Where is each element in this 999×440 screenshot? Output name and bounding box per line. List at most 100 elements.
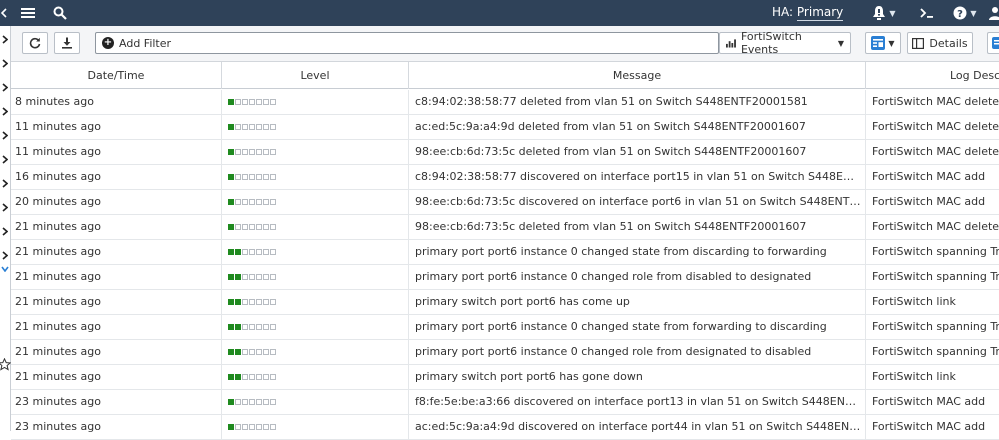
table-row[interactable]: 21 minutes agoprimary switch port port6 … bbox=[11, 365, 999, 390]
cell-message: primary port port6 instance 0 changed st… bbox=[409, 315, 866, 339]
level-square bbox=[263, 274, 269, 280]
cell-log-description: FortiSwitch MAC add bbox=[866, 415, 999, 439]
help-icon[interactable]: ? ▼ bbox=[950, 3, 980, 23]
cell-date: 21 minutes ago bbox=[11, 215, 222, 239]
table-row[interactable]: 21 minutes ago primary port port6 instanc… bbox=[11, 240, 999, 265]
cell-date: 21 minutes ago bbox=[11, 315, 222, 339]
cell-message: ac:ed:5c:9a:a4:9d deleted from vlan 51 o… bbox=[409, 115, 866, 139]
level-square bbox=[256, 174, 262, 180]
table-row[interactable]: 21 minutes ago98:ee:cb:6d:73:5c deleted … bbox=[11, 215, 999, 240]
level-square bbox=[263, 399, 269, 405]
alert-icon[interactable]: ▼ bbox=[868, 3, 900, 23]
refresh-button[interactable] bbox=[22, 32, 48, 54]
cell-log-description: FortiSwitch spanning Tree bbox=[866, 340, 999, 364]
rail-expand-icon[interactable] bbox=[0, 34, 10, 44]
table-row[interactable]: 21 minutes agoprimary port port6 instanc… bbox=[11, 265, 999, 290]
cell-date: 21 minutes ago bbox=[11, 290, 222, 314]
cell-message: primary switch port port6 has come up bbox=[409, 290, 866, 314]
cell-message: primary switch port port6 has gone down bbox=[409, 365, 866, 389]
level-indicator bbox=[228, 190, 277, 214]
level-square bbox=[256, 349, 262, 355]
table-row[interactable]: 23 minutes agoac:ed:5c:9a:a4:9d discover… bbox=[11, 415, 999, 440]
level-square bbox=[249, 249, 255, 255]
level-square bbox=[256, 374, 262, 380]
level-square bbox=[242, 424, 248, 430]
download-button[interactable] bbox=[54, 32, 80, 54]
fortiswitch-events-dropdown[interactable]: FortiSwitch Events ▼ bbox=[719, 32, 851, 54]
table-header: Date/Time Level Message Log Descr bbox=[11, 62, 999, 89]
level-square bbox=[256, 124, 262, 130]
rail-collapse-icon[interactable] bbox=[0, 264, 10, 274]
rail-expand-icon[interactable] bbox=[0, 226, 10, 236]
cell-level bbox=[222, 415, 409, 439]
table-row[interactable]: 11 minutes ago ac:ed:5c:9a:a4:9d deleted … bbox=[11, 115, 999, 140]
level-square bbox=[235, 274, 241, 280]
column-header-date[interactable]: Date/Time bbox=[11, 62, 222, 89]
level-square bbox=[256, 199, 262, 205]
level-square bbox=[263, 424, 269, 430]
table-row[interactable]: 21 minutes ago primary switch port port6 … bbox=[11, 290, 999, 315]
rail-expand-icon[interactable] bbox=[0, 154, 10, 164]
table-row[interactable]: 21 minutes agoprimary port port6 instanc… bbox=[11, 340, 999, 365]
view-options-dropdown[interactable]: ▼ bbox=[865, 32, 901, 54]
rail-expand-icon[interactable] bbox=[0, 250, 10, 260]
level-square bbox=[270, 324, 276, 330]
cell-date: 21 minutes ago bbox=[11, 240, 222, 264]
level-square bbox=[249, 199, 255, 205]
top-bar: HA: Primary ▼ ? ▼ bbox=[0, 0, 999, 26]
rail-expand-icon[interactable] bbox=[0, 106, 10, 116]
level-square bbox=[228, 324, 234, 330]
table-row[interactable]: 23 minutes agof8:fe:5e:be:a3:66 discover… bbox=[11, 390, 999, 415]
level-square bbox=[249, 99, 255, 105]
table-row[interactable]: 8 minutes agoc8:94:02:38:58:77 deleted f… bbox=[11, 90, 999, 115]
level-square bbox=[242, 374, 248, 380]
search-icon[interactable] bbox=[50, 3, 70, 23]
chevron-left-icon[interactable] bbox=[0, 3, 8, 23]
table-row[interactable]: 20 minutes ago98:ee:cb:6d:73:5c discover… bbox=[11, 190, 999, 215]
column-header-log-description[interactable]: Log Descr bbox=[866, 62, 999, 89]
star-icon[interactable] bbox=[0, 358, 11, 371]
cell-log-description: FortiSwitch link bbox=[866, 365, 999, 389]
level-square bbox=[242, 324, 248, 330]
ha-status[interactable]: HA: Primary bbox=[772, 5, 843, 19]
rail-expand-icon[interactable] bbox=[0, 58, 10, 68]
level-indicator bbox=[228, 240, 277, 264]
rail-expand-icon[interactable] bbox=[0, 82, 10, 92]
table-row[interactable]: 11 minutes ago98:ee:cb:6d:73:5c deleted … bbox=[11, 140, 999, 165]
cell-level bbox=[222, 265, 409, 289]
help-caret-icon: ▼ bbox=[970, 9, 976, 18]
rail-expand-icon[interactable] bbox=[0, 202, 10, 212]
cell-level bbox=[222, 115, 409, 139]
more-options-button[interactable] bbox=[987, 32, 999, 54]
add-filter-input[interactable]: + Add Filter bbox=[95, 32, 719, 54]
column-header-level[interactable]: Level bbox=[222, 62, 409, 89]
cell-date: 11 minutes ago bbox=[11, 115, 222, 139]
cell-message: c8:94:02:38:58:77 deleted from vlan 51 o… bbox=[409, 90, 866, 114]
cell-message: 98:ee:cb:6d:73:5c discovered on interfac… bbox=[409, 190, 866, 214]
user-avatar-icon[interactable] bbox=[988, 3, 999, 23]
level-square bbox=[256, 299, 262, 305]
rail-expand-icon[interactable] bbox=[0, 178, 10, 188]
table-row[interactable]: 21 minutes ago primary port port6 instanc… bbox=[11, 315, 999, 340]
level-square bbox=[235, 399, 241, 405]
level-square bbox=[228, 249, 234, 255]
details-button[interactable]: Details bbox=[907, 32, 973, 54]
cell-level bbox=[222, 140, 409, 164]
level-square bbox=[270, 149, 276, 155]
rail-expand-icon[interactable] bbox=[0, 130, 10, 140]
log-table: Date/Time Level Message Log Descr 8 minu… bbox=[11, 62, 999, 431]
table-row[interactable]: 16 minutes agoc8:94:02:38:58:77 discover… bbox=[11, 165, 999, 190]
cell-level bbox=[222, 190, 409, 214]
column-header-message[interactable]: Message bbox=[409, 62, 866, 89]
cell-level bbox=[222, 290, 409, 314]
cell-level bbox=[222, 165, 409, 189]
plus-circle-icon: + bbox=[102, 37, 114, 49]
menu-icon[interactable] bbox=[18, 3, 38, 23]
level-indicator bbox=[228, 415, 277, 439]
terminal-icon[interactable] bbox=[916, 3, 938, 23]
level-square bbox=[263, 149, 269, 155]
level-square bbox=[249, 299, 255, 305]
level-square bbox=[235, 174, 241, 180]
cell-message: primary port port6 instance 0 changed st… bbox=[409, 240, 866, 264]
level-square bbox=[270, 424, 276, 430]
